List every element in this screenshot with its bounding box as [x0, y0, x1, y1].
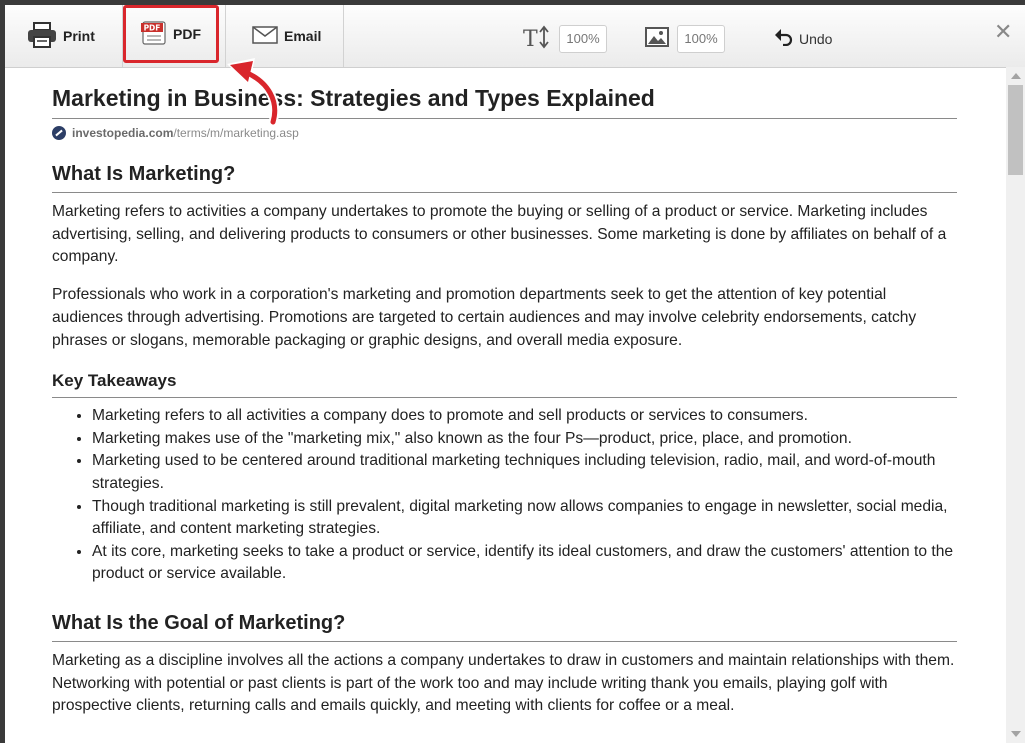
pdf-button[interactable]: PDF PDF [123, 5, 219, 63]
key-takeaways-heading: Key Takeaways [52, 371, 957, 399]
list-item: At its core, marketing seeks to take a p… [92, 541, 957, 586]
vertical-scrollbar[interactable] [1006, 67, 1025, 743]
list-item: Marketing refers to all activities a com… [92, 405, 957, 428]
text-size-input[interactable]: 100% [559, 25, 607, 53]
envelope-icon [252, 25, 278, 47]
email-label: Email [284, 28, 322, 44]
list-item: Though traditional marketing is still pr… [92, 496, 957, 541]
source-link[interactable]: investopedia.com/terms/m/marketing.asp [52, 126, 957, 140]
text-size-control: T 100% [523, 25, 607, 53]
key-takeaways-list: Marketing refers to all activities a com… [52, 405, 957, 586]
image-size-icon[interactable] [645, 26, 669, 52]
toolbar: Print PDF PDF Email T 100% 100% Undo ✕ [5, 5, 1025, 68]
curved-arrow-annotation-icon [227, 58, 280, 127]
investopedia-logo-icon [52, 126, 66, 140]
pdf-label: PDF [173, 26, 201, 42]
scroll-up-arrow-icon[interactable] [1011, 73, 1021, 79]
paragraph: Marketing as a discipline involves all t… [52, 651, 955, 715]
pdf-file-icon: PDF [141, 20, 167, 48]
undo-label: Undo [799, 30, 833, 47]
list-item: Marketing used to be centered around tra… [92, 450, 957, 495]
scroll-down-arrow-icon[interactable] [1011, 731, 1021, 737]
paragraph: Marketing refers to activities a company… [52, 203, 947, 266]
text-size-icon[interactable]: T [523, 25, 551, 54]
source-domain: investopedia.com [72, 126, 174, 140]
list-item: Marketing makes use of the "marketing mi… [92, 428, 957, 451]
article-title: Marketing in Business: Strategies and Ty… [52, 85, 957, 119]
section-heading: What Is Marketing? [52, 163, 957, 193]
article-content: Marketing in Business: Strategies and Ty… [52, 67, 957, 743]
undo-icon [775, 28, 793, 49]
toolbar-divider [343, 5, 344, 67]
print-friendly-dialog: Print PDF PDF Email T 100% 100% Undo ✕ M… [5, 5, 1025, 743]
undo-button[interactable]: Undo [775, 28, 832, 49]
image-size-control: 100% [645, 25, 725, 53]
pdf-icon-text: PDF [144, 23, 161, 32]
section-heading: What Is the Goal of Marketing? [52, 612, 957, 642]
close-button[interactable]: ✕ [994, 19, 1012, 45]
image-size-input[interactable]: 100% [677, 25, 725, 53]
print-label: Print [63, 28, 95, 44]
printer-icon [27, 21, 57, 51]
svg-text:T: T [523, 27, 538, 49]
print-button[interactable]: Print [27, 5, 95, 67]
paragraph: Professionals who work in a corporation'… [52, 286, 917, 349]
scrollbar-thumb[interactable] [1008, 85, 1023, 175]
